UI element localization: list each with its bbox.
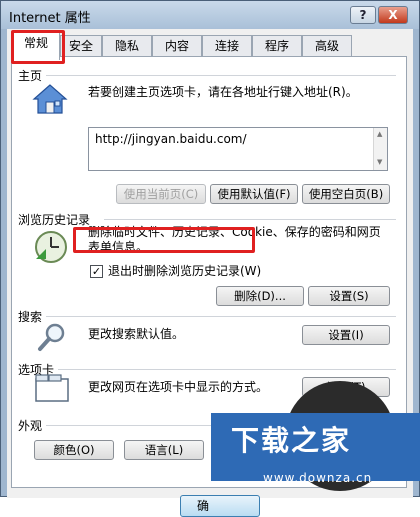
title-bar[interactable]: Internet 属性 ? X xyxy=(1,1,419,29)
delete-on-exit-label[interactable]: 退出时删除浏览历史记录(W) xyxy=(108,264,261,279)
divider xyxy=(104,219,396,220)
languages-button[interactable]: 语言(L) xyxy=(124,440,204,460)
use-current-button[interactable]: 使用当前页(C) xyxy=(116,184,206,204)
search-description: 更改搜索默认值。 xyxy=(88,327,185,341)
tab-general[interactable]: 常规 xyxy=(12,32,60,60)
divider xyxy=(46,75,396,76)
close-button[interactable]: X xyxy=(378,6,408,24)
tab-programs[interactable]: 程序 xyxy=(252,35,302,57)
tab-advanced[interactable]: 高级 xyxy=(302,35,352,57)
scroll-up-icon[interactable]: ▲ xyxy=(377,130,382,138)
tab-privacy[interactable]: 隐私 xyxy=(102,35,152,57)
watermark-url: www.downza.cn xyxy=(263,471,373,485)
search-settings-button[interactable]: 设置(I) xyxy=(302,325,390,345)
use-blank-button[interactable]: 使用空白页(B) xyxy=(302,184,390,204)
appearance-section-label: 外观 xyxy=(18,419,43,433)
ok-button[interactable]: 确 xyxy=(180,495,260,517)
dialog-window: Internet 属性 ? X 常规 安全 隐私 内容 连接 程序 高级 主页 … xyxy=(0,0,420,517)
home-icon xyxy=(32,84,68,114)
window-title: Internet 属性 xyxy=(9,11,91,26)
homepage-url-textarea[interactable]: http://jingyan.baidu.com/ ▲ ▼ xyxy=(88,127,388,171)
tab-content[interactable]: 内容 xyxy=(152,35,202,57)
help-button[interactable]: ? xyxy=(350,6,376,24)
history-clock-icon xyxy=(35,231,67,263)
history-settings-button[interactable]: 设置(S) xyxy=(308,286,390,306)
tabs-description: 更改网页在选项卡中显示的方式。 xyxy=(88,380,269,394)
scroll-down-icon[interactable]: ▼ xyxy=(377,158,382,166)
delete-on-exit-checkbox[interactable]: ✓ xyxy=(90,265,103,278)
watermark-brand: 下载之家 xyxy=(231,424,352,457)
tab-security[interactable]: 安全 xyxy=(60,35,102,57)
history-description: 删除临时文件、历史记录、Cookie、保存的密码和网页表单信息。 xyxy=(88,225,381,254)
url-scrollbar[interactable]: ▲ ▼ xyxy=(373,128,387,170)
use-default-button[interactable]: 使用默认值(F) xyxy=(210,184,298,204)
divider xyxy=(46,316,396,317)
tabs-icon xyxy=(35,374,69,402)
history-section-label: 浏览历史记录 xyxy=(18,213,91,227)
homepage-description: 若要创建主页选项卡，请在各地址行键入地址(R)。 xyxy=(88,85,358,99)
colors-button[interactable]: 颜色(O) xyxy=(34,440,114,460)
homepage-section-label: 主页 xyxy=(18,69,43,83)
homepage-url: http://jingyan.baidu.com/ xyxy=(95,132,247,146)
divider xyxy=(58,369,396,370)
delete-history-button[interactable]: 删除(D)... xyxy=(216,286,304,306)
magnifier-icon xyxy=(38,323,65,351)
tab-connections[interactable]: 连接 xyxy=(202,35,252,57)
